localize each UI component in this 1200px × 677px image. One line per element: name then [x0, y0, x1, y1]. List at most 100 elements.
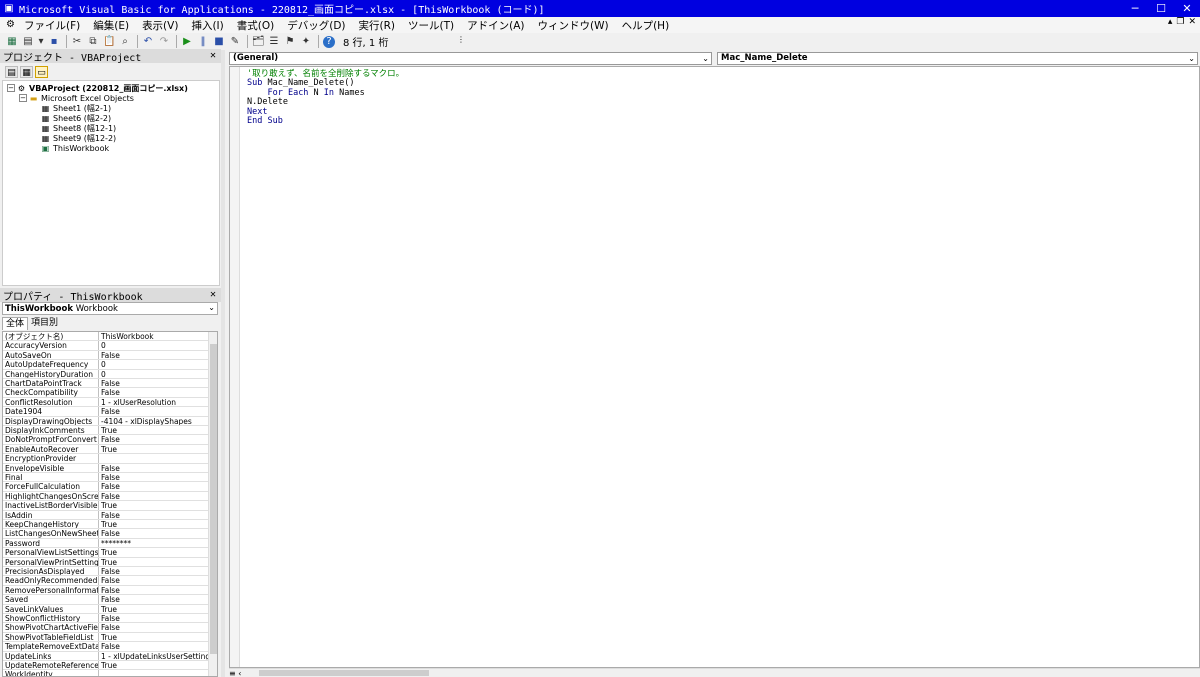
property-row[interactable]: ChartDataPointTrack False [3, 379, 208, 389]
property-value[interactable]: True [99, 558, 208, 566]
collapse-icon[interactable]: − [7, 84, 15, 92]
property-row[interactable]: Final False [3, 473, 208, 483]
menu-insert[interactable]: 挿入(I) [191, 18, 223, 33]
property-value[interactable]: False [99, 473, 208, 481]
object-selector[interactable]: ThisWorkbook Workbook ⌄ [2, 302, 218, 315]
dropdown-icon[interactable]: ▾ [38, 36, 44, 48]
property-row[interactable]: EnvelopeVisible False [3, 463, 208, 473]
tree-node-excel-objects[interactable]: − ▬ Microsoft Excel Objects [19, 93, 134, 103]
property-row[interactable]: DoNotPromptForConvert False [3, 435, 208, 445]
property-row[interactable]: SaveLinkValues True [3, 604, 208, 614]
menu-edit[interactable]: 編集(E) [93, 18, 129, 33]
object-browser-icon[interactable]: ⚑ [284, 36, 296, 48]
menu-format[interactable]: 書式(O) [237, 18, 274, 33]
menu-tools[interactable]: ツール(T) [408, 18, 454, 33]
property-row[interactable]: (オブジェクト名) ThisWorkbook [3, 332, 208, 342]
property-row[interactable]: ForceFullCalculation False [3, 482, 208, 492]
tree-node-thisworkbook[interactable]: ▣ ThisWorkbook [41, 143, 109, 153]
property-value[interactable]: 1 - xlUpdateLinksUserSetting [99, 652, 208, 660]
property-row[interactable]: IsAddin False [3, 510, 208, 520]
property-value[interactable]: False [99, 464, 208, 472]
property-value[interactable]: False [99, 595, 208, 603]
toolbox-icon[interactable]: ✦ [300, 36, 312, 48]
property-value[interactable]: True [99, 501, 208, 509]
property-value[interactable]: False [99, 511, 208, 519]
property-value[interactable]: False [99, 435, 208, 443]
property-value[interactable]: ThisWorkbook [99, 332, 208, 340]
property-value[interactable]: -4104 - xlDisplayShapes [99, 417, 208, 425]
property-value[interactable]: 0 [99, 341, 208, 349]
property-row[interactable]: DisplayDrawingObjects -4104 - xlDisplaySh… [3, 416, 208, 426]
property-row[interactable]: DisplayInkComments True [3, 426, 208, 436]
chevron-down-icon[interactable]: ⌄ [702, 53, 709, 64]
property-row[interactable]: Password ******** [3, 538, 208, 549]
property-row[interactable]: EncryptionProvider [3, 454, 208, 464]
property-row[interactable]: ShowPivotChartActiveFields False [3, 623, 208, 633]
property-row[interactable]: ChangeHistoryDuration 0 [3, 369, 208, 379]
save-icon[interactable]: ▪ [48, 36, 60, 48]
menu-view[interactable]: 表示(V) [142, 18, 178, 33]
mdi-maximize-button[interactable]: ❐ [1176, 17, 1184, 27]
chevron-down-icon[interactable]: ⌄ [208, 303, 215, 312]
property-row[interactable]: UpdateRemoteReferences True [3, 661, 208, 671]
property-value[interactable]: True [99, 426, 208, 434]
redo-icon[interactable]: ↷ [158, 36, 170, 48]
property-value[interactable]: False [99, 492, 208, 500]
property-value[interactable]: 1 - xlUserResolution [99, 398, 208, 406]
tree-node-sheet9[interactable]: ▦ Sheet9 (幅12-2) [41, 133, 116, 143]
copy-icon[interactable]: ⧉ [87, 36, 99, 48]
property-row[interactable]: UpdateLinks 1 - xlUpdateLinksUserSetting [3, 651, 208, 661]
property-row[interactable]: TemplateRemoveExtData False [3, 642, 208, 652]
property-row[interactable]: ListChangesOnNewSheet False [3, 529, 208, 539]
help-icon[interactable]: ? [323, 35, 335, 48]
property-value[interactable]: ******** [99, 539, 208, 547]
property-row[interactable]: PersonalViewPrintSettings True [3, 557, 208, 567]
tree-node-sheet1[interactable]: ▦ Sheet1 (幅2-1) [41, 103, 111, 113]
property-value[interactable]: False [99, 642, 208, 650]
property-row[interactable]: ConflictResolution 1 - xlUserResolution [3, 397, 208, 408]
property-row[interactable]: InactiveListBorderVisible True [3, 501, 208, 511]
property-value[interactable]: True [99, 605, 208, 613]
menu-window[interactable]: ウィンドウ(W) [538, 18, 609, 33]
property-row[interactable]: KeepChangeHistory True [3, 520, 208, 530]
property-row[interactable]: EnableAutoRecover True [3, 444, 208, 455]
property-value[interactable]: False [99, 586, 208, 594]
close-button[interactable]: ✕ [1174, 0, 1200, 17]
property-value[interactable]: 0 [99, 370, 208, 378]
collapse-icon[interactable]: − [19, 94, 27, 102]
property-value[interactable]: 0 [99, 360, 208, 368]
property-row[interactable]: ShowConflictHistory False [3, 614, 208, 624]
menu-addins[interactable]: アドイン(A) [467, 18, 524, 33]
mdi-close-button[interactable]: ✕ [1188, 17, 1196, 27]
menu-run[interactable]: 実行(R) [359, 18, 396, 33]
find-icon[interactable]: ⌕ [119, 36, 131, 48]
property-value[interactable]: False [99, 529, 208, 537]
property-row[interactable]: PrecisionAsDisplayed False [3, 567, 208, 577]
property-value[interactable]: True [99, 633, 208, 641]
design-mode-icon[interactable]: ✎ [229, 36, 241, 48]
maximize-button[interactable]: ☐ [1148, 0, 1174, 17]
mdi-restore-button[interactable]: ▴ [1168, 17, 1173, 27]
view-code-icon[interactable]: ▤ [5, 66, 18, 78]
toggle-folders-icon[interactable]: ▭ [35, 66, 48, 78]
property-row[interactable]: HighlightChangesOnScreen False [3, 491, 208, 502]
reset-icon[interactable]: ■ [213, 36, 225, 48]
scrollbar-thumb[interactable] [210, 344, 217, 654]
property-row[interactable]: AutoUpdateFrequency 0 [3, 360, 208, 370]
property-value[interactable]: False [99, 567, 208, 575]
code-line[interactable]: End Sub [247, 116, 283, 126]
tab-alphabetic[interactable]: 全体 [2, 317, 29, 330]
tree-node-sheet8[interactable]: ▦ Sheet8 (幅12-1) [41, 123, 116, 133]
tree-node-vbaproject[interactable]: − ⚙ VBAProject (220812_画面コピー.xlsx) [7, 83, 188, 93]
property-value[interactable]: False [99, 351, 208, 359]
menu-file[interactable]: ファイル(F) [24, 18, 80, 33]
property-row[interactable]: PersonalViewListSettings True [3, 548, 208, 558]
project-pane-close-icon[interactable]: ✕ [207, 50, 219, 62]
toolbar-grip-icon[interactable]: ⋮ [457, 35, 465, 49]
menu-debug[interactable]: デバッグ(D) [287, 18, 345, 33]
property-value[interactable]: False [99, 379, 208, 387]
property-value[interactable]: False [99, 388, 208, 396]
property-row[interactable]: RemovePersonalInformationFalse [3, 585, 208, 596]
properties-scrollbar[interactable] [208, 332, 217, 676]
code-horizontal-scrollbar[interactable]: ≡ ‹ [229, 668, 1200, 677]
